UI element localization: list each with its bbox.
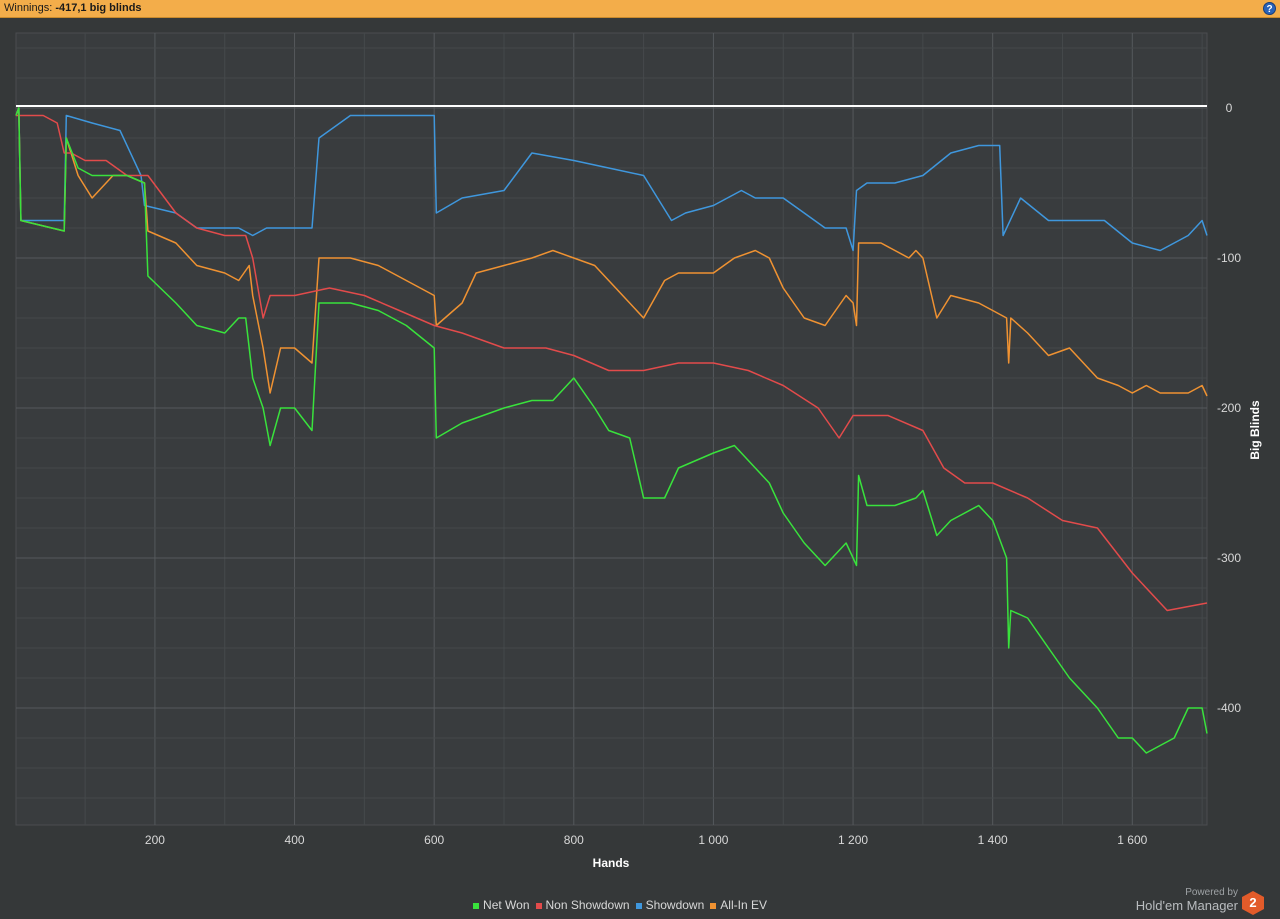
x-tick-label: 400 [285,833,305,847]
legend-label: Net Won [483,898,530,912]
legend-item-all-in-ev[interactable]: All-In EV [710,898,767,912]
x-tick-label: 1 600 [1117,833,1147,847]
legend-label: Showdown [645,898,705,912]
x-tick-label: 200 [145,833,165,847]
legend-item-net-won[interactable]: Net Won [473,898,530,912]
legend-swatch [473,902,480,909]
legend-swatch [710,902,717,909]
powered-by-text: Powered by [1185,887,1238,898]
branding: Powered by Hold'em Manager 2 [1135,887,1264,915]
product-name: Hold'em Manager [1135,898,1238,913]
legend-label: Non Showdown [545,898,630,912]
plot-area [15,32,1208,826]
winnings-line-chart: 200 400 600 800 1 000 1 200 1 400 1 600 0 -100 -2… [15,32,1262,870]
legend-swatch [535,902,542,909]
winnings-header-bar: Winnings: -417,1 big blinds ? [0,0,1280,18]
legend-item-non-showdown[interactable]: Non Showdown [535,898,630,912]
help-icon[interactable]: ? [1263,2,1276,15]
x-tick-label: 1 400 [978,833,1008,847]
chart-legend: Net Won Non Showdown Showdown All-In EV [0,898,1240,912]
x-tick-label: 800 [564,833,584,847]
winnings-label: Winnings: [4,2,53,14]
legend-item-showdown[interactable]: Showdown [635,898,705,912]
y-tick-labels: 0 -100 -200 -300 -400 [1217,101,1241,715]
x-tick-labels: 200 400 600 800 1 000 1 200 1 400 1 600 [145,833,1148,847]
y-tick-label: -100 [1217,251,1241,265]
x-tick-label: 1 200 [838,833,868,847]
winnings-value: -417,1 big blinds [55,2,142,14]
x-axis-label: Hands [593,856,630,870]
winnings-summary: Winnings: -417,1 big blinds [4,2,142,14]
hm2-logo-icon: 2 [1242,891,1264,915]
x-tick-label: 1 000 [698,833,728,847]
x-tick-label: 600 [424,833,444,847]
legend-label: All-In EV [720,898,767,912]
legend-swatch [635,902,642,909]
y-tick-label: -200 [1217,401,1241,415]
y-tick-label: -300 [1217,551,1241,565]
y-tick-label: 0 [1226,101,1233,115]
y-axis-label: Big Blinds [1248,400,1262,460]
y-tick-label: -400 [1217,701,1241,715]
